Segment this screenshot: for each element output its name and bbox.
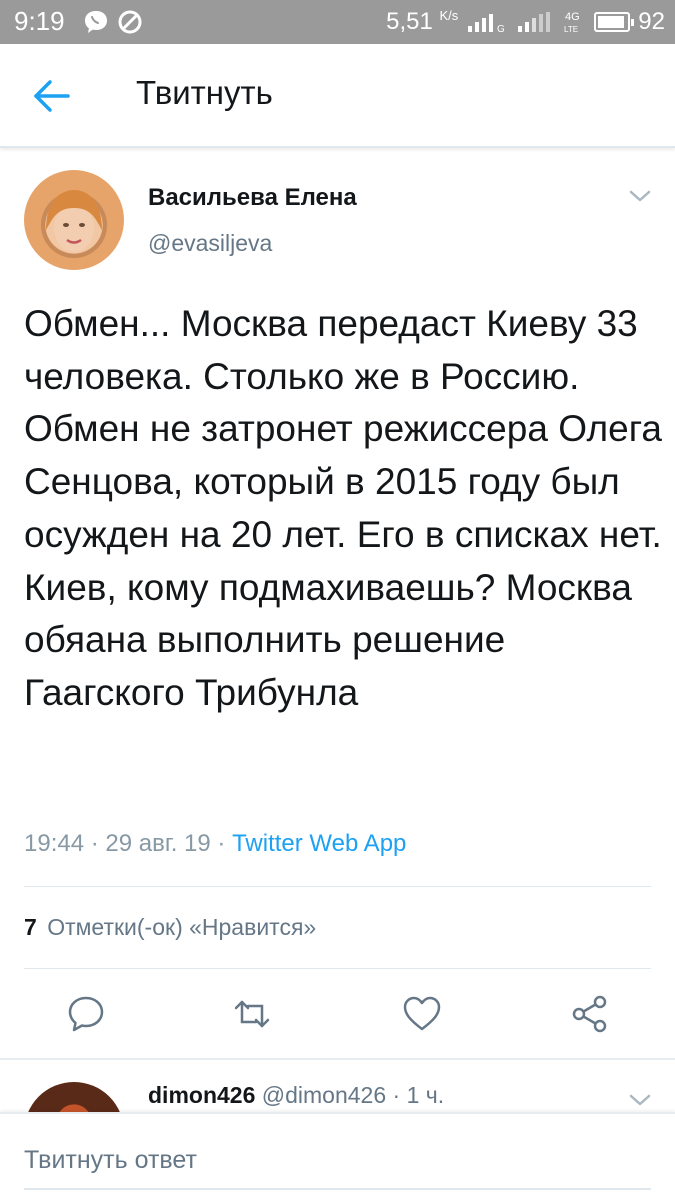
reply-compose-bar: Твитнуть ответ: [0, 1112, 675, 1200]
like-button[interactable]: [402, 994, 442, 1034]
chevron-down-icon[interactable]: [627, 1090, 653, 1110]
reply-input[interactable]: Твитнуть ответ: [24, 1146, 197, 1175]
share-button[interactable]: [570, 994, 610, 1034]
battery-icon: [594, 12, 635, 32]
reply-header[interactable]: dimon426 @dimon426 · 1 ч.: [148, 1082, 444, 1109]
tweet-text: Обмен... Москва передаст Киеву 33 челове…: [24, 303, 662, 713]
divider: [24, 886, 651, 887]
likes-count: 7: [24, 914, 37, 940]
svg-text:LTE: LTE: [564, 25, 578, 34]
meta-separator: ·: [90, 830, 106, 857]
reply-author-name: dimon426: [148, 1082, 256, 1108]
likes-summary[interactable]: 7 Отметки(-ок) «Нравится»: [24, 914, 316, 941]
svg-text:G: G: [497, 24, 505, 34]
reply-age: 1 ч.: [406, 1082, 445, 1108]
signal-2-icon: [518, 12, 551, 32]
viber-icon: [85, 11, 107, 33]
input-underline: [24, 1188, 651, 1190]
status-indicators: 5,51 K/s G 4G LTE 92: [386, 6, 665, 38]
divider: [24, 968, 651, 969]
avatar-portrait-icon: [46, 190, 102, 252]
page-title: Твитнуть: [136, 74, 273, 111]
chevron-down-icon[interactable]: [627, 186, 653, 206]
back-button[interactable]: [28, 74, 76, 118]
blocked-icon: [118, 10, 142, 34]
reply-button[interactable]: [66, 994, 106, 1034]
app-header: Твитнуть: [0, 44, 675, 148]
tweet-source-link[interactable]: Twitter Web App: [232, 830, 406, 857]
status-time: 9:19: [14, 6, 65, 36]
svg-text:4G: 4G: [565, 11, 580, 23]
author-name[interactable]: Васильева Елена: [148, 184, 357, 212]
tweet-time: 19:44: [24, 830, 85, 857]
lte-icon: 4G LTE: [564, 11, 580, 34]
signal-icon: G: [468, 14, 505, 34]
author-avatar[interactable]: [24, 170, 124, 270]
battery-level: 92: [638, 8, 665, 35]
meta-separator: ·: [217, 830, 233, 857]
arrow-left-icon: [34, 80, 70, 112]
retweet-button[interactable]: [232, 994, 272, 1034]
author-handle[interactable]: @evasiljeva: [148, 230, 272, 257]
meta-separator: ·: [392, 1082, 407, 1108]
section-separator: [0, 1058, 675, 1060]
tweet-meta: 19:44 · 29 авг. 19 · Twitter Web App: [24, 830, 406, 858]
tweet-date: 29 авг. 19: [105, 830, 211, 857]
network-speed: 5,51 K/s: [386, 8, 459, 35]
status-bar: 9:19 5,51 K/s G 4G LTE 92: [0, 0, 675, 44]
reply-author-handle: @dimon426: [261, 1082, 387, 1108]
likes-label: Отметки(-ок) «Нравится»: [47, 914, 317, 940]
